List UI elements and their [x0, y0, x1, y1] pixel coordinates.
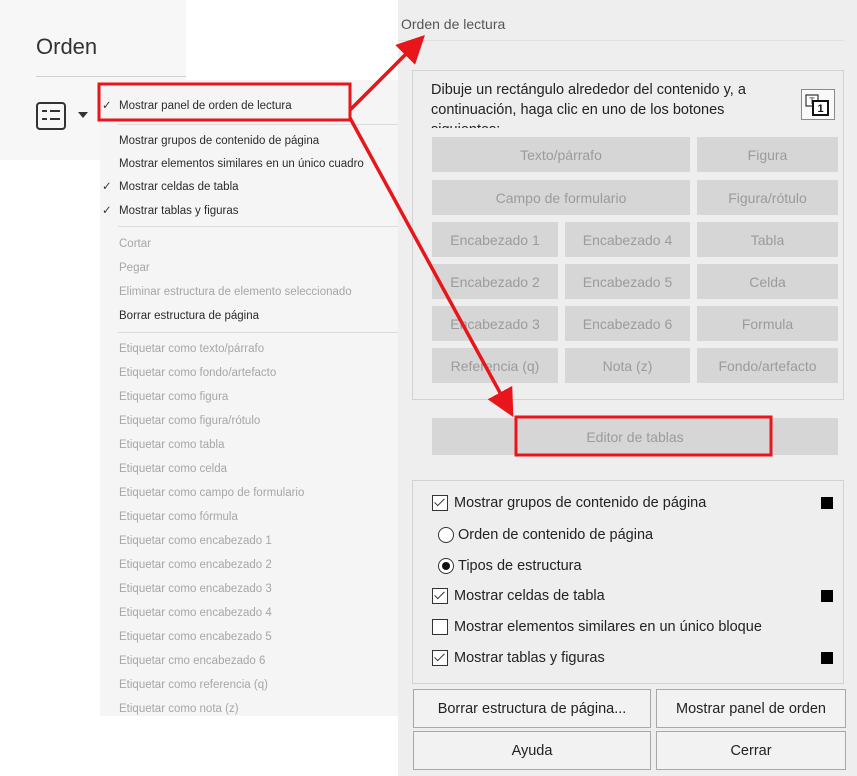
heading-3-button[interactable]: Encabezado 3: [432, 306, 558, 341]
help-button[interactable]: Ayuda: [413, 731, 651, 770]
menu-item-tag-heading-4[interactable]: Etiquetar como encabezado 4: [119, 605, 272, 621]
menu-item-paste[interactable]: Pegar: [119, 260, 150, 276]
show-table-cells-label: Mostrar celdas de tabla: [454, 588, 605, 604]
show-tables-figures-checkbox[interactable]: [432, 650, 448, 666]
context-menu: ✓ Mostrar panel de orden de lectura Most…: [100, 80, 400, 716]
page-content-order-label: Orden de contenido de página: [458, 527, 654, 543]
show-tables-figures-label: Mostrar tablas y figuras: [454, 650, 605, 666]
list-options-icon: [36, 102, 66, 130]
figure-button[interactable]: Figura: [697, 137, 838, 172]
heading-1-button[interactable]: Encabezado 1: [432, 222, 558, 257]
cell-button[interactable]: Celda: [697, 264, 838, 299]
show-page-groups-checkbox[interactable]: [432, 495, 448, 511]
dialog-title: Orden de lectura: [401, 16, 506, 32]
menu-item-tag-background[interactable]: Etiquetar como fondo/artefacto: [119, 365, 276, 381]
show-table-cells-checkbox[interactable]: [432, 588, 448, 604]
heading-2-button[interactable]: Encabezado 2: [432, 264, 558, 299]
table-editor-button[interactable]: Editor de tablas: [432, 418, 838, 455]
menu-item-tag-heading-3[interactable]: Etiquetar como encabezado 3: [119, 581, 272, 597]
menu-item-tag-heading-2[interactable]: Etiquetar como encabezado 2: [119, 557, 272, 573]
show-page-groups-label: Mostrar grupos de contenido de página: [454, 495, 707, 511]
tag-order-icon: T 1: [805, 94, 829, 116]
menu-separator: [118, 226, 400, 227]
menu-item-tag-table[interactable]: Etiquetar como tabla: [119, 437, 224, 453]
background-artifact-button[interactable]: Fondo/artefacto: [697, 348, 838, 383]
show-order-panel-button[interactable]: Mostrar panel de orden: [656, 689, 846, 728]
menu-item-delete-element-structure[interactable]: Eliminar estructura de elemento seleccio…: [119, 284, 352, 300]
note-button[interactable]: Nota (z): [565, 348, 690, 383]
orden-panel-title: Orden: [36, 34, 98, 59]
menu-item-show-page-content-groups[interactable]: Mostrar grupos de contenido de página: [119, 133, 319, 149]
menu-item-cut[interactable]: Cortar: [119, 236, 151, 252]
menu-item-clear-page-structure[interactable]: Borrar estructura de página: [119, 308, 259, 324]
show-similar-elements-label: Mostrar elementos similares en un único …: [454, 619, 762, 635]
svg-text:1: 1: [817, 103, 823, 115]
menu-item-tag-heading-1[interactable]: Etiquetar como encabezado 1: [119, 533, 272, 549]
figure-caption-button[interactable]: Figura/rótulo: [697, 180, 838, 215]
menu-item-tag-text[interactable]: Etiquetar como texto/párrafo: [119, 341, 264, 357]
menu-item-tag-heading-6[interactable]: Etiquetar cmo encabezado 6: [119, 653, 265, 669]
options-menu-button[interactable]: [36, 99, 106, 135]
menu-item-tag-reference[interactable]: Etiquetar como referencia (q): [119, 677, 268, 693]
clear-page-structure-button[interactable]: Borrar estructura de página...: [413, 689, 651, 728]
menu-item-tag-cell[interactable]: Etiquetar como celda: [119, 461, 227, 477]
menu-item-show-reading-order-panel[interactable]: Mostrar panel de orden de lectura: [119, 98, 292, 114]
menu-separator: [118, 332, 400, 333]
menu-item-tag-note[interactable]: Etiquetar como nota (z): [119, 701, 239, 717]
checkmark-icon: ✓: [102, 100, 112, 112]
menu-item-show-table-cells[interactable]: Mostrar celdas de tabla: [119, 179, 239, 195]
structure-types-label: Tipos de estructura: [458, 558, 582, 574]
menu-separator: [118, 124, 400, 125]
orden-divider: [36, 76, 186, 77]
heading-4-button[interactable]: Encabezado 4: [565, 222, 690, 257]
reference-button[interactable]: Referencia (q): [432, 348, 558, 383]
menu-item-show-tables-figures[interactable]: Mostrar tablas y figuras: [119, 203, 239, 219]
chevron-down-icon: [78, 112, 88, 118]
page-content-order-radio[interactable]: [438, 527, 454, 543]
show-similar-elements-checkbox[interactable]: [432, 619, 448, 635]
menu-item-show-similar-elements[interactable]: Mostrar elementos similares en un único …: [119, 156, 364, 172]
color-swatch[interactable]: [821, 590, 833, 602]
checkmark-icon: ✓: [102, 181, 112, 193]
formula-button[interactable]: Formula: [697, 306, 838, 341]
color-swatch[interactable]: [821, 497, 833, 509]
instructions-text: Dibuje un rectángulo alrededor del conte…: [431, 82, 746, 128]
color-swatch[interactable]: [821, 652, 833, 664]
heading-5-button[interactable]: Encabezado 5: [565, 264, 690, 299]
form-field-button[interactable]: Campo de formulario: [432, 180, 690, 215]
titlebar-divider: [398, 40, 844, 41]
menu-item-tag-formula[interactable]: Etiquetar como fórmula: [119, 509, 238, 525]
menu-item-tag-heading-5[interactable]: Etiquetar como encabezado 5: [119, 629, 272, 645]
table-button[interactable]: Tabla: [697, 222, 838, 257]
structure-types-radio[interactable]: [438, 558, 454, 574]
checkmark-icon: ✓: [102, 205, 112, 217]
tag-icon-button[interactable]: T 1: [801, 89, 835, 120]
text-paragraph-button[interactable]: Texto/párrafo: [432, 137, 690, 172]
menu-item-tag-figure[interactable]: Etiquetar como figura: [119, 389, 228, 405]
menu-item-tag-form-field[interactable]: Etiquetar como campo de formulario: [119, 485, 304, 501]
close-button[interactable]: Cerrar: [656, 731, 846, 770]
menu-item-tag-figure-caption[interactable]: Etiquetar como figura/rótulo: [119, 413, 260, 429]
heading-6-button[interactable]: Encabezado 6: [565, 306, 690, 341]
